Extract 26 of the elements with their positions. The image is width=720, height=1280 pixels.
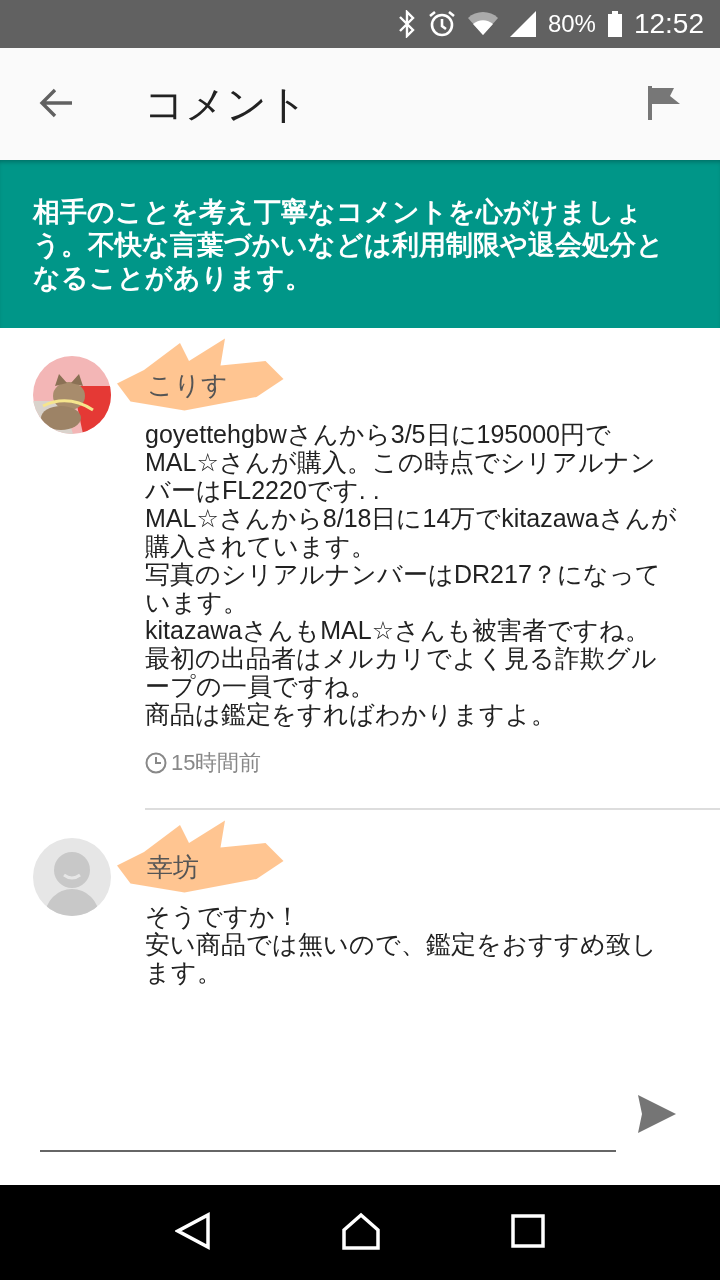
send-button[interactable] [638, 1094, 676, 1136]
report-button[interactable] [648, 85, 680, 123]
comment-line: MAL☆さんから8/18日に14万でkitazawaさんが購入されています。 [145, 504, 678, 560]
comment-line: そうですか！ [145, 902, 301, 930]
post-time: 15時間前 [171, 749, 262, 777]
comment-line: 最初の出品者はメルカリでよく見る詐欺グループの一員ですね。 [145, 644, 658, 700]
back-nav-button[interactable] [175, 1212, 211, 1253]
signal-icon [509, 11, 536, 37]
bluetooth-icon [397, 10, 416, 38]
clock-icon [145, 752, 167, 774]
user-name: 幸坊 [147, 852, 199, 882]
battery-icon [607, 11, 622, 37]
comment-line: 写真のシリアルナンバーはDR217？になっています。 [145, 560, 662, 616]
comment-line: 安い商品では無いので、鑑定をおすすめ致します。 [145, 930, 658, 986]
recents-button[interactable] [511, 1214, 545, 1251]
alarm-clock-icon [427, 10, 456, 38]
comment-line: goyettehgbwさんから3/5日に195000円でMAL☆さんが購入。この時点でシリアルナンバーはFL2220です. . [145, 420, 657, 504]
clock-time: 12:52 [633, 8, 704, 40]
screen-title: コメント [144, 80, 309, 128]
battery-level: 80% [547, 10, 596, 38]
wifi-icon [467, 12, 498, 36]
notice-text: 相手のことを考え丁寧なコメントを心がけましょう。不快な言葉づかいなどは利用制限や退会処分となることがあります。 [33, 196, 665, 295]
home-button[interactable] [341, 1212, 381, 1253]
user-name: こりす [147, 370, 228, 400]
comment-line: kitazawaさんもMAL☆さんも被害者ですね。 [145, 616, 652, 644]
comment-line: 商品は鑑定をすればわかりますよ。 [145, 700, 557, 728]
